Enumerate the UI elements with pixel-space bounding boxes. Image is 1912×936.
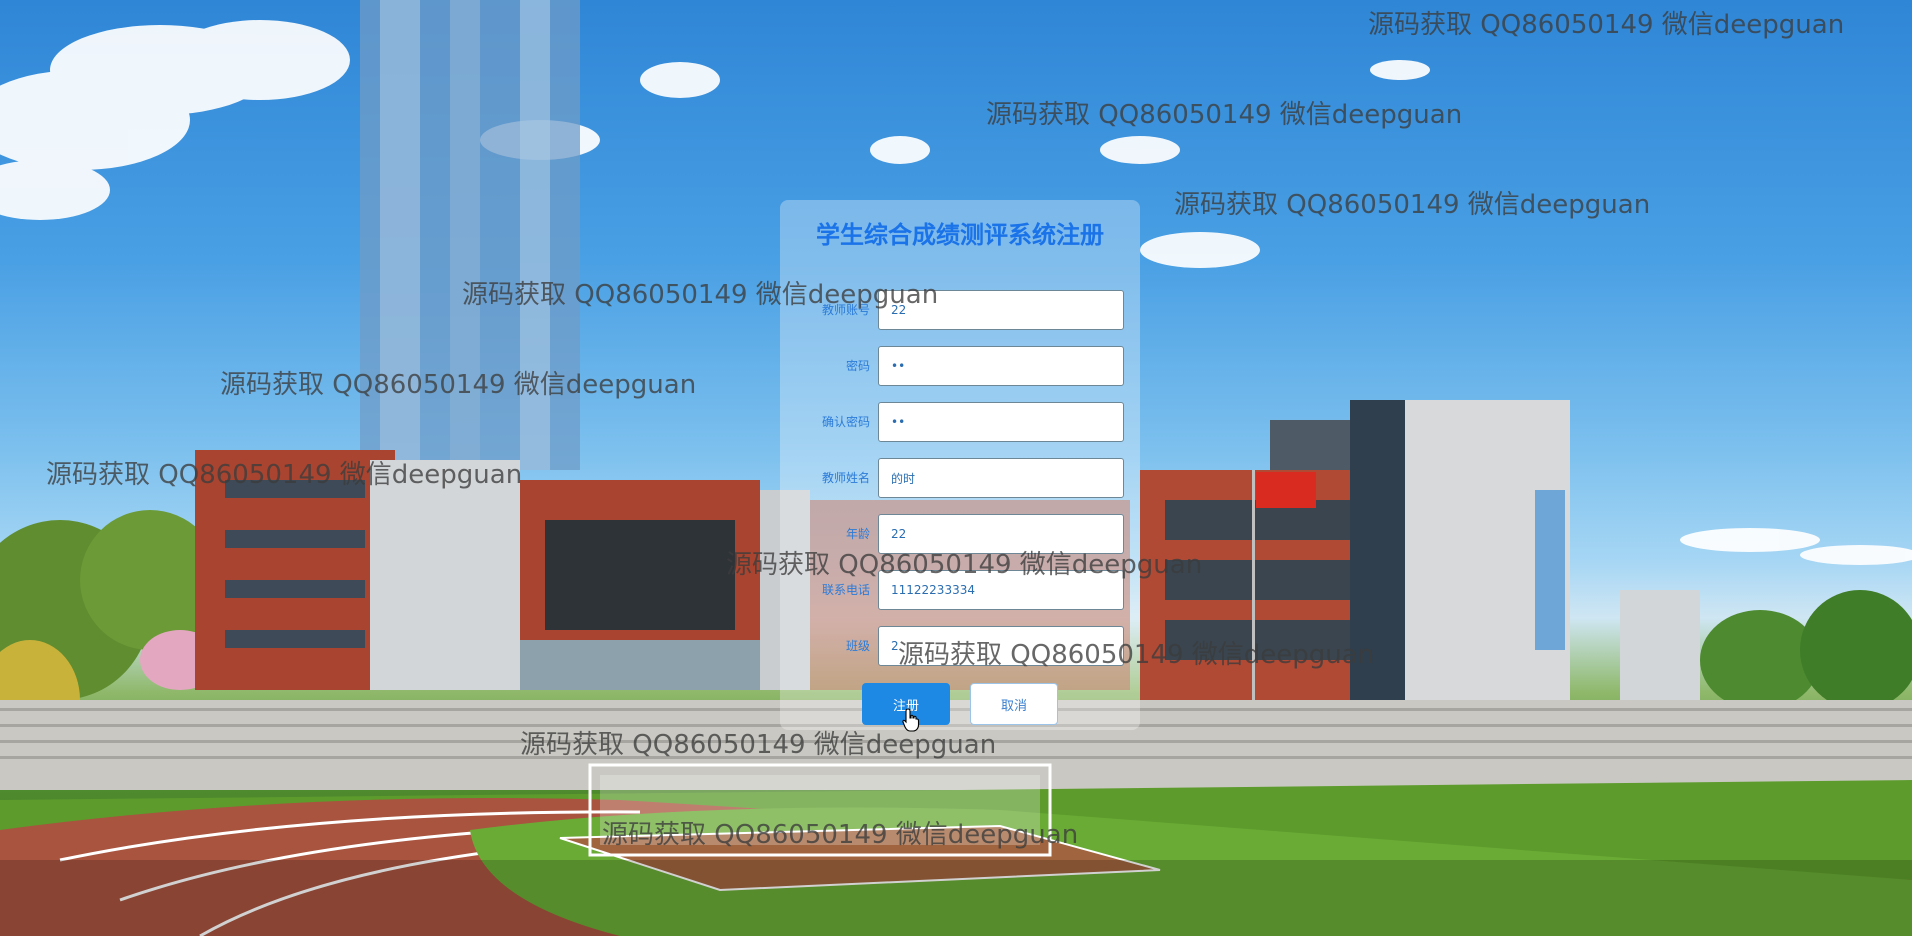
confirm-password-input[interactable] [878,402,1124,442]
watermark-text: 源码获取 QQ86050149 微信deepguan [1368,10,1845,40]
confirm-password-row: 确认密码 [780,402,1140,442]
watermark-text: 源码获取 QQ86050149 微信deepguan [986,100,1463,130]
teacher-name-row: 教师姓名 [780,458,1140,498]
register-title: 学生综合成绩测评系统注册 [816,221,1104,249]
teacher-name-label: 教师姓名 [821,471,870,485]
watermark-text: 源码获取 QQ86050149 微信deepguan [220,370,697,400]
cancel-button[interactable]: 取消 [970,683,1058,725]
password-row: 密码 [780,346,1140,386]
watermark-text: 源码获取 QQ86050149 微信deepguan [462,280,939,310]
watermark-text: 源码获取 QQ86050149 微信deepguan [46,460,523,490]
teacher-name-input[interactable] [878,458,1124,498]
password-input[interactable] [878,346,1124,386]
watermark-text: 源码获取 QQ86050149 微信deepguan [1174,190,1651,220]
class-label: 班级 [845,639,870,653]
watermark-text: 源码获取 QQ86050149 微信deepguan [520,730,997,760]
password-label: 密码 [845,359,870,373]
china-flag [1256,472,1316,508]
confirm-password-label: 确认密码 [821,415,870,429]
login-background: 学生综合成绩测评系统注册 教师账号 密码 确认密码 教师姓名 年龄 联系电话 班… [0,0,1912,936]
watermark-text: 源码获取 QQ86050149 微信deepguan [602,820,1079,850]
watermark-text: 源码获取 QQ86050149 微信deepguan [726,550,1203,580]
watermark-text: 源码获取 QQ86050149 微信deepguan [898,640,1375,670]
